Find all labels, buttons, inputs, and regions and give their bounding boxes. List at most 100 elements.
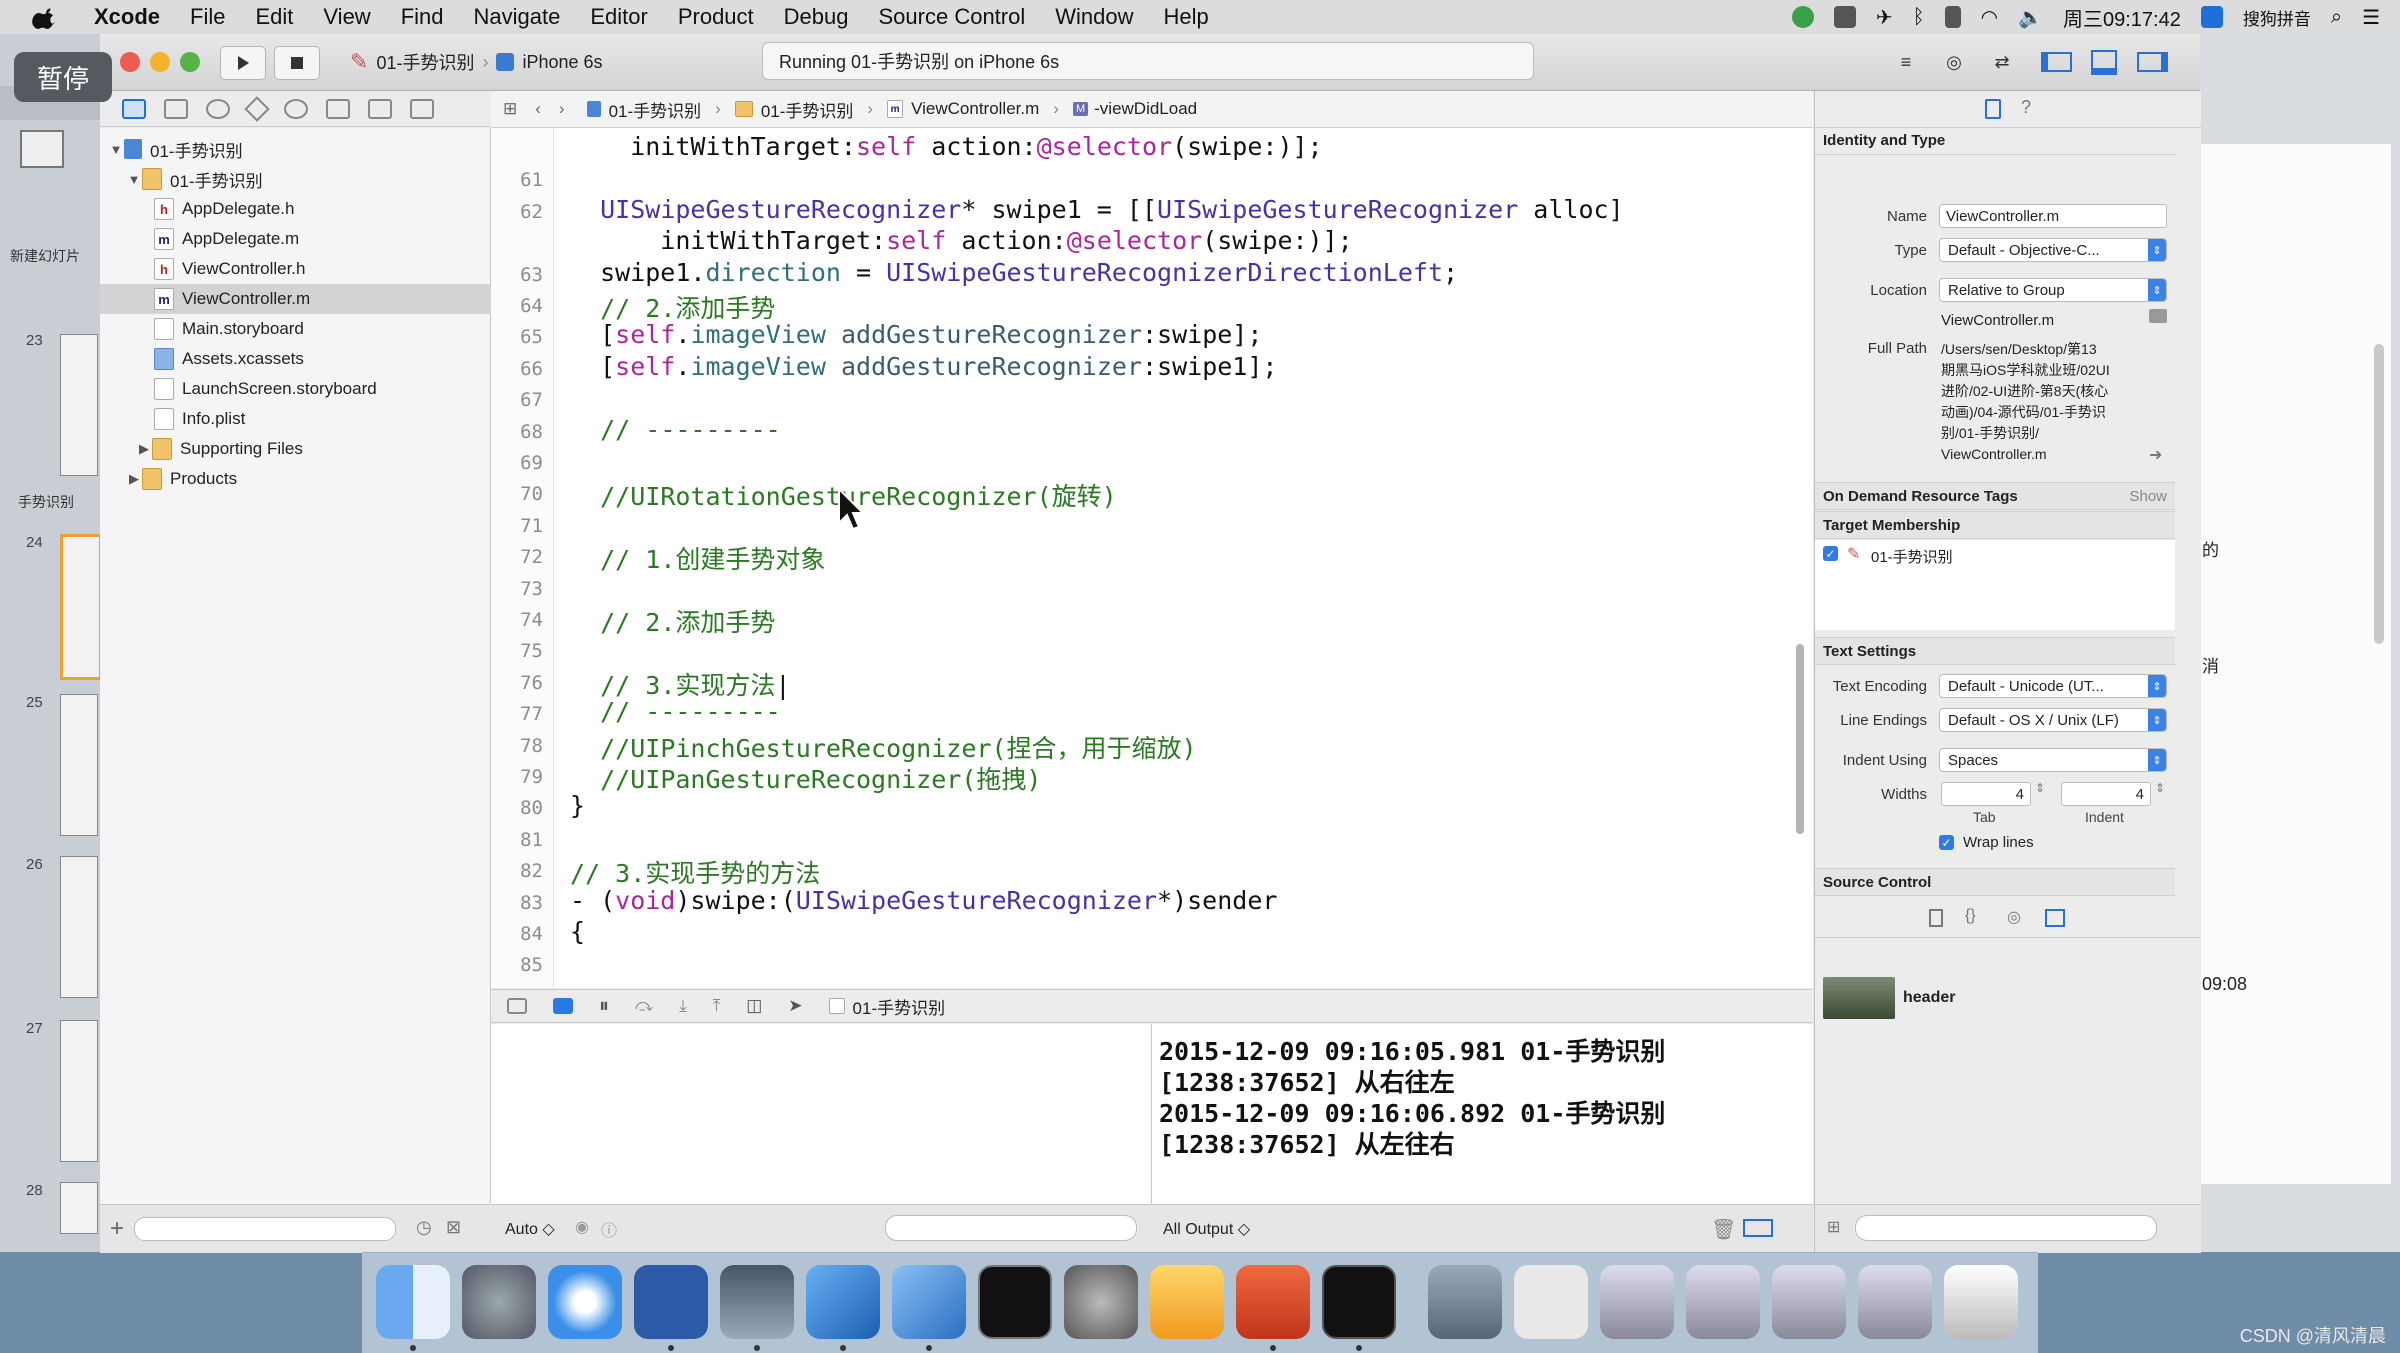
wifi-icon[interactable]: ◠ [1981,5,1998,30]
slide-thumbnail[interactable] [60,334,98,476]
menu-product[interactable]: Product [678,4,754,30]
trash-icon[interactable]: 🗑 [1711,1217,1736,1242]
find-navigator-icon[interactable] [206,98,230,119]
breakpoint-navigator-icon[interactable] [368,98,392,119]
pause-icon[interactable]: ⏸ [599,995,609,1018]
tree-row-group[interactable]: ▼ 01-手势识别 [100,164,516,194]
tree-row-project[interactable]: ▼ 01-手势识别 [100,134,498,164]
wrap-lines-checkbox[interactable]: ✓ [1939,835,1954,850]
screen-record-icon[interactable] [1833,6,1856,28]
slide-thumbnail[interactable] [60,856,98,998]
test-navigator-icon[interactable] [284,98,308,119]
scm-filter-icon[interactable]: ⊠ [446,1217,461,1238]
disclosure-triangle-icon[interactable]: ▼ [126,172,142,187]
issue-navigator-icon[interactable] [244,95,270,122]
canvas-scrollbar[interactable] [2374,344,2384,644]
menu-navigate[interactable]: Navigate [474,4,561,30]
scheme-selector[interactable]: ✎ 01-手势识别 › iPhone 6s [350,46,603,78]
console-output[interactable]: 2015-12-09 09:16:05.981 01-手势识别 [1238:37… [1152,1024,1813,1204]
file-template-library-icon[interactable] [1929,909,1943,927]
sketch-icon[interactable] [1150,1265,1224,1339]
editor-scrollbar[interactable] [1796,644,1804,834]
slide-thumbnail[interactable] [60,1020,98,1162]
tree-row-file[interactable]: Assets.xcassets [100,344,544,374]
menu-debug[interactable]: Debug [784,4,849,30]
info-icon[interactable]: ⓘ [601,1217,617,1241]
safari-icon[interactable] [548,1265,622,1339]
media-thumbnail[interactable] [1823,977,1895,1019]
eye-icon[interactable]: ◉ [575,1217,589,1237]
forward-arrow-icon[interactable]: › [559,99,565,119]
add-file-icon[interactable]: + [110,1215,124,1243]
disclosure-triangle-icon[interactable]: ▼ [108,142,124,157]
terminal-icon[interactable] [978,1265,1052,1339]
related-items-icon[interactable]: ⊞ [503,99,517,119]
menu-edit[interactable]: Edit [255,4,293,30]
debug-target-label[interactable]: 01-手势识别 [853,994,946,1019]
view-hierarchy-icon[interactable]: ◫ [746,996,762,1016]
jump-bar-project[interactable]: 01-手势识别 [586,97,701,122]
assistant-editor-button[interactable]: ◎ [1934,46,1974,78]
quicktime-icon[interactable] [1428,1265,1502,1339]
console-output-select[interactable]: All Output ◇ [1163,1219,1250,1239]
slide-thumbnail-selected[interactable] [60,534,102,680]
step-out-icon[interactable]: ⤒ [713,996,721,1016]
console-app-icon[interactable] [1322,1265,1396,1339]
minimize-window-button[interactable] [150,52,170,72]
menu-source-control[interactable]: Source Control [879,4,1026,30]
new-slide-label[interactable]: 新建幻灯片 [10,246,80,266]
reveal-in-finder-icon[interactable]: ➜ [2149,445,2162,465]
clock-text[interactable]: 周三09:17:42 [2063,3,2181,32]
back-arrow-icon[interactable]: ‹ [535,99,541,119]
tree-row-file[interactable]: Main.storyboard [100,314,544,344]
navigator-filter-field[interactable] [134,1217,396,1241]
folder-reveal-icon[interactable] [2149,309,2167,323]
debug-navigator-icon[interactable] [326,98,350,119]
menu-view[interactable]: View [323,4,370,30]
jump-bar-group[interactable]: 01-手势识别 [734,97,853,122]
symbol-navigator-icon[interactable] [164,98,188,119]
object-library-icon[interactable]: ◎ [2007,907,2021,927]
instruments-icon[interactable] [892,1265,966,1339]
variables-scope-select[interactable]: Auto ◇ [505,1219,555,1239]
location-popup[interactable]: Relative to Group ⇕ [1939,278,2167,302]
standard-editor-button[interactable]: ≡ [1886,46,1926,78]
airplane-icon[interactable]: ✈ [1876,5,1893,30]
pause-badge[interactable]: 暂停 [14,52,112,102]
step-over-icon[interactable]: ⤼ [635,996,653,1016]
code-snippet-library-icon[interactable]: {} [1965,907,1976,925]
tab-width-field[interactable]: 4 [1941,782,2031,806]
window-thumbnail-icon[interactable] [1772,1265,1846,1339]
jump-bar-file[interactable]: m ViewController.m [887,99,1039,119]
tree-row-file[interactable]: Info.plist [100,404,544,434]
type-popup[interactable]: Default - Objective-C... ⇕ [1939,238,2167,262]
launchpad-icon[interactable] [462,1265,536,1339]
split-view-icon[interactable] [1743,1219,1773,1237]
line-endings-popup[interactable]: Default - OS X / Unix (LF) ⇕ [1939,708,2167,732]
tree-row-file[interactable]: h AppDelegate.h [100,194,544,224]
toggle-utilities-button[interactable] [2132,46,2172,78]
window-thumbnail-icon[interactable] [1858,1265,1932,1339]
lock-icon[interactable] [1944,6,1961,28]
encoding-popup[interactable]: Default - Unicode (UT... ⇕ [1939,674,2167,698]
indent-width-field[interactable]: 4 [2061,782,2151,806]
tree-row-file[interactable]: LaunchScreen.storyboard [100,374,544,404]
video-app-icon[interactable] [720,1265,794,1339]
zoom-window-button[interactable] [180,52,200,72]
step-in-icon[interactable]: ⤓ [679,996,687,1016]
slide-thumbnail[interactable] [60,1182,98,1234]
stop-button[interactable] [274,46,320,80]
menu-find[interactable]: Find [401,4,444,30]
tree-row-group[interactable]: ▶ Products [100,464,516,494]
jump-bar-method[interactable]: M -viewDidLoad [1072,99,1197,119]
menu-editor[interactable]: Editor [590,4,647,30]
window-thumbnail-icon[interactable] [1600,1265,1674,1339]
slide-thumbnail[interactable] [60,694,98,836]
window-thumbnail-icon[interactable] [1686,1265,1760,1339]
apple-menu-icon[interactable] [28,4,64,30]
tree-row-group[interactable]: ▶ Supporting Files [100,434,526,464]
library-filter-field[interactable] [1855,1215,2157,1241]
menu-file[interactable]: File [190,4,225,30]
notification-center-icon[interactable]: ☰ [2362,5,2380,30]
new-slide-icon[interactable] [20,130,64,168]
